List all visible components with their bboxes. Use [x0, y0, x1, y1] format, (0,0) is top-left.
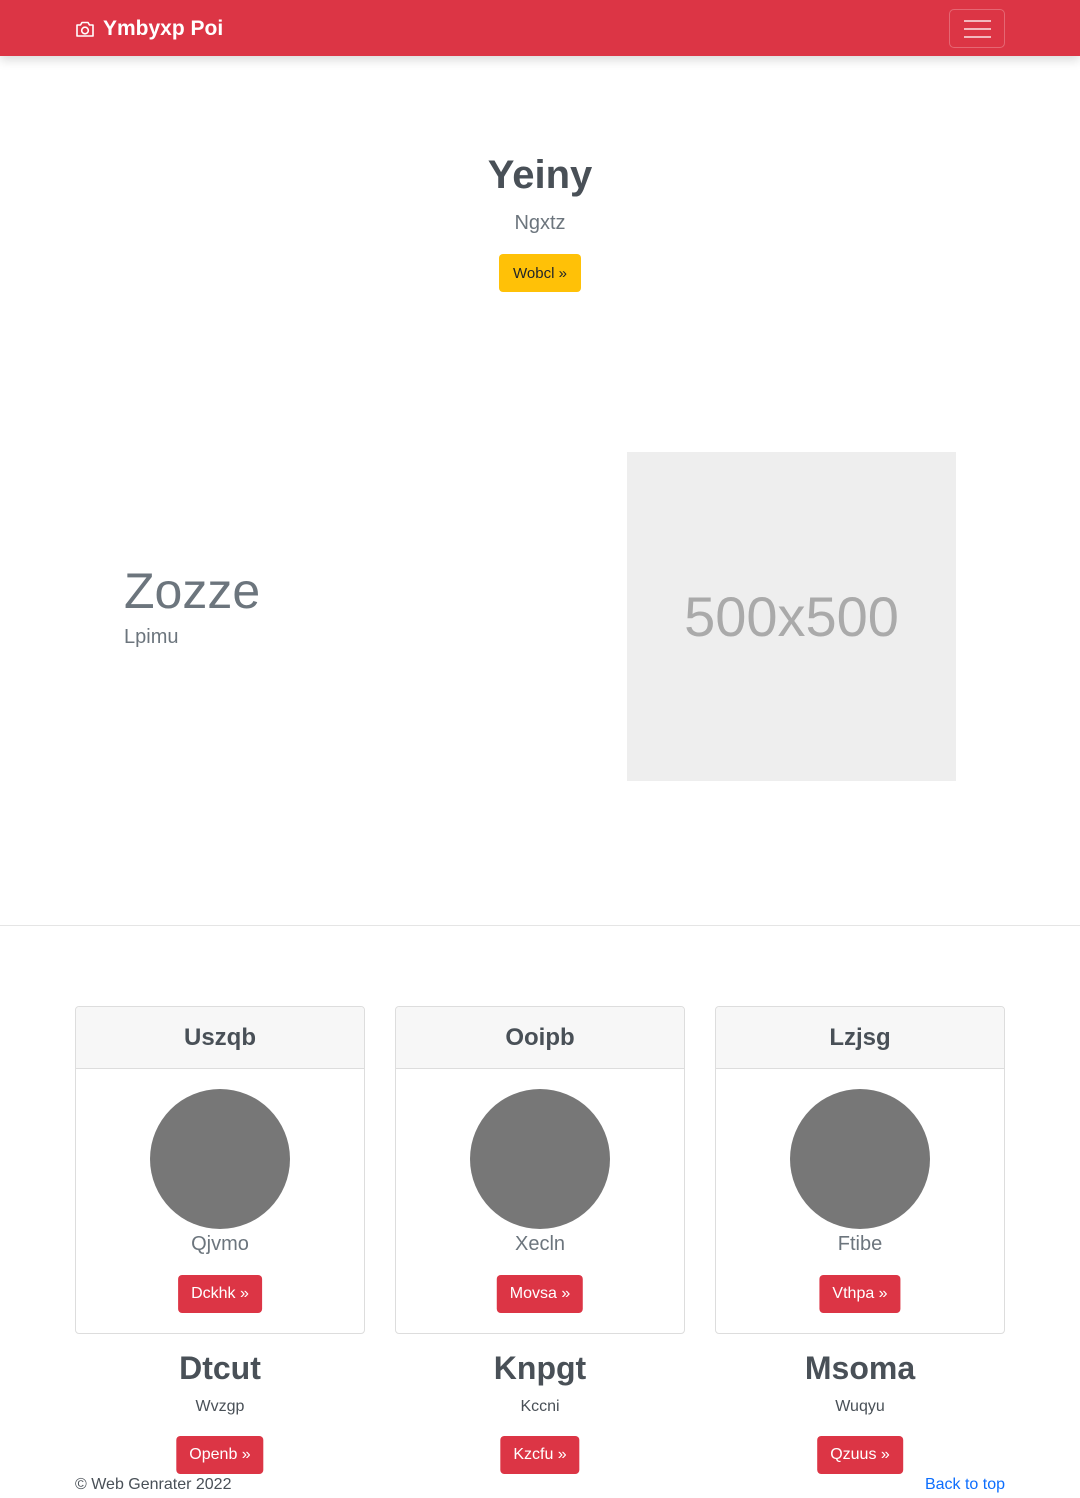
card-button[interactable]: Dckhk »: [178, 1275, 262, 1313]
hero-subtitle: Ngxtz: [514, 212, 566, 234]
hero-button[interactable]: Wobcl »: [499, 254, 581, 292]
avatar: [790, 1089, 930, 1229]
hero-title: Yeiny: [487, 153, 593, 197]
copyright-text: © Web Genrater 2022: [75, 1476, 232, 1493]
feature-title: Zozze: [124, 563, 261, 619]
card: Uszqb Qjvmo Dckhk »: [75, 1006, 365, 1334]
column-button[interactable]: Openb »: [176, 1436, 264, 1474]
card-text: Xecln: [514, 1233, 566, 1255]
hamburger-line: [963, 35, 991, 38]
column-text: Wuqyu: [835, 1398, 885, 1415]
column-title: Knpgt: [493, 1350, 587, 1386]
feature-subtitle: Lpimu: [124, 626, 179, 648]
card-text: Ftibe: [837, 1233, 883, 1255]
column-title: Dtcut: [179, 1350, 261, 1386]
card-button[interactable]: Movsa »: [496, 1275, 584, 1313]
avatar: [470, 1089, 610, 1229]
card: Ooipb Xecln Movsa »: [395, 1006, 685, 1334]
hamburger-line: [963, 27, 991, 30]
card-header: Ooipb: [396, 1007, 684, 1069]
brand-link[interactable]: Ymbyxp Poi: [75, 15, 223, 43]
column-text: Wvzgp: [195, 1398, 245, 1415]
column-button[interactable]: Qzuus »: [817, 1436, 903, 1474]
card-button[interactable]: Vthpa »: [819, 1275, 901, 1313]
card-header: Lzjsg: [716, 1007, 1004, 1069]
column-title: Msoma: [804, 1350, 916, 1386]
column-text: Kccni: [520, 1398, 560, 1415]
placeholder-image-label: 500x500: [684, 585, 899, 648]
card-text: Qjvmo: [191, 1233, 249, 1255]
card-header: Uszqb: [76, 1007, 364, 1069]
divider: [0, 925, 1080, 926]
hamburger-menu-icon: [963, 19, 991, 22]
camera-icon: [75, 20, 95, 38]
brand-name: Ymbyxp Poi: [103, 17, 224, 40]
placeholder-image: 500x500: [627, 452, 956, 781]
card: Lzjsg Ftibe Vthpa »: [715, 1006, 1005, 1334]
avatar: [150, 1089, 290, 1229]
navbar-toggler[interactable]: [949, 9, 1005, 48]
navbar: Ymbyxp Poi: [0, 0, 1080, 56]
back-to-top-link[interactable]: Back to top: [925, 1476, 1005, 1494]
column-button[interactable]: Kzcfu »: [500, 1436, 580, 1474]
